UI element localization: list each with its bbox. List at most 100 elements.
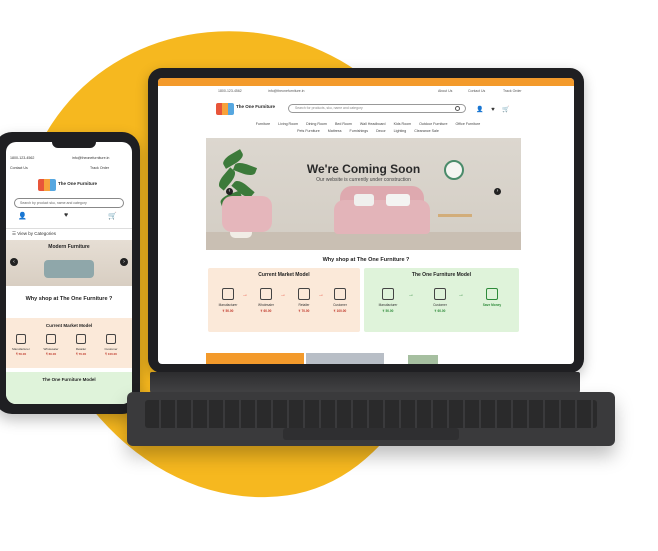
hero-title: Modern Furniture bbox=[48, 244, 90, 250]
phone-header-icons: 👤 ♥ 🛒 bbox=[12, 212, 128, 224]
box-icon bbox=[298, 288, 310, 300]
track-order-link[interactable]: Track Order bbox=[90, 166, 109, 170]
heart-icon[interactable]: ♥ bbox=[64, 212, 68, 219]
keyboard-keys bbox=[145, 400, 597, 428]
phone-number[interactable]: 1800-123-4562 bbox=[10, 156, 34, 160]
promo-block bbox=[408, 355, 438, 364]
logo-cubes-icon bbox=[38, 179, 56, 191]
track-order-link[interactable]: Track Order bbox=[503, 89, 522, 93]
phone-device: 1800-123-4562 info@theonefurniture.in Co… bbox=[0, 132, 140, 414]
next-arrow-icon[interactable]: › bbox=[120, 258, 128, 266]
nav-item-outdoor-furniture[interactable]: Outdoor Furniture bbox=[419, 122, 447, 126]
why-shop-heading: Why shop at The One Furniture ? bbox=[322, 257, 410, 263]
logo-text: The One Furniture bbox=[58, 181, 98, 186]
contact-link[interactable]: Contact Us bbox=[10, 166, 28, 170]
step-manufacturer: Manufacturer ₹ 50.00 bbox=[216, 288, 240, 313]
card-title: The One Furniture Model bbox=[411, 272, 472, 278]
card-title: Current Market Model bbox=[45, 323, 93, 328]
hero-subtitle: Our website is currently under construct… bbox=[316, 177, 411, 183]
phone-number[interactable]: 1800-123-4562 bbox=[218, 89, 242, 93]
current-market-model-card: Current Market Model Manufacturer ₹ 50.00… bbox=[208, 268, 360, 332]
search-placeholder: Search for products, sku, name and categ… bbox=[295, 106, 363, 110]
one-furniture-model-card: The One Furniture Model bbox=[6, 372, 132, 404]
promo-block bbox=[206, 353, 304, 364]
main-navigation: Furniture Living Room Dining Room Bed Room W… bbox=[218, 121, 518, 135]
money-icon bbox=[486, 288, 498, 300]
next-arrow-icon[interactable]: › bbox=[494, 188, 501, 195]
card-title: Current Market Model bbox=[258, 272, 310, 278]
step-manufacturer: Manufacturer ₹ 50.00 bbox=[376, 288, 400, 313]
trackpad bbox=[283, 428, 459, 440]
step-manufacturer: Manufacturer ₹ 50.00 bbox=[10, 334, 32, 356]
armchair-image bbox=[222, 196, 272, 232]
nav-item-decor[interactable]: Decor bbox=[376, 129, 386, 133]
phone-screen: 1800-123-4562 info@theonefurniture.in Co… bbox=[6, 142, 132, 404]
sofa-image bbox=[44, 260, 94, 278]
card-title: The One Furniture Model bbox=[42, 377, 96, 382]
nav-item-living-room[interactable]: Living Room bbox=[278, 122, 298, 126]
search-icon[interactable] bbox=[455, 106, 460, 111]
email-link[interactable]: info@theonefurniture.in bbox=[268, 89, 304, 93]
search-input[interactable]: Search for products, sku, name and categ… bbox=[288, 104, 466, 113]
arrow-right-icon: → bbox=[242, 292, 248, 298]
nav-item-bed-room[interactable]: Bed Room bbox=[335, 122, 352, 126]
step-wholesaler: Wholesaler ₹ 60.00 bbox=[254, 288, 278, 313]
current-market-model-card: Current Market Model Manufacturer ₹ 50.00… bbox=[6, 318, 132, 368]
nav-item-wall-headboard[interactable]: Wall Headboard bbox=[360, 122, 386, 126]
factory-icon bbox=[16, 334, 26, 344]
logo-cubes-icon bbox=[216, 103, 234, 115]
nav-item-office-furniture[interactable]: Office Furniture bbox=[456, 122, 481, 126]
phone-notch bbox=[52, 140, 96, 148]
hero-title: We're Coming Soon bbox=[306, 162, 421, 176]
header-icons[interactable]: 👤 ♥ 🛒 bbox=[476, 106, 513, 113]
factory-icon bbox=[222, 288, 234, 300]
contact-bar: 1800-123-4562 info@theonefurniture.in Ab… bbox=[158, 86, 574, 96]
nav-item-mattress[interactable]: Mattress bbox=[328, 129, 342, 133]
nav-item-dining-room[interactable]: Dining Room bbox=[306, 122, 327, 126]
why-shop-heading: Why shop at The One Furniture ? bbox=[25, 296, 113, 302]
nav-item-furniture[interactable]: Furniture bbox=[256, 122, 270, 126]
step-customer: Customer ₹ 60.00 bbox=[428, 288, 452, 313]
nav-item-kids-room[interactable]: Kids Room bbox=[394, 122, 412, 126]
boxes-icon bbox=[46, 334, 56, 344]
promo-block bbox=[306, 353, 384, 364]
prev-arrow-icon[interactable]: ‹ bbox=[10, 258, 18, 266]
cart-icon[interactable]: 🛒 bbox=[108, 212, 117, 220]
nav-item-lighting[interactable]: Lighting bbox=[394, 129, 407, 133]
about-link[interactable]: About Us bbox=[438, 89, 452, 93]
step-wholesaler: Wholesaler ₹ 60.00 bbox=[40, 334, 62, 356]
arrow-right-icon: → bbox=[408, 292, 414, 298]
boxes-icon bbox=[260, 288, 272, 300]
nav-item-furnishings[interactable]: Furnishings bbox=[350, 129, 369, 133]
hero-banner: We're Coming Soon Our website is current… bbox=[206, 138, 521, 250]
arrow-right-icon: → bbox=[458, 292, 464, 298]
nav-item-clearance-sale[interactable]: Clearance Sale bbox=[414, 129, 439, 133]
one-furniture-model-card: The One Furniture Model Manufacturer ₹ 50… bbox=[364, 268, 519, 332]
step-retailer: Retailer ₹ 70.00 bbox=[292, 288, 316, 313]
step-retailer: Retailer ₹ 70.00 bbox=[70, 334, 92, 356]
customer-icon bbox=[106, 334, 116, 344]
hero-banner: Modern Furniture ‹ › bbox=[6, 240, 132, 286]
view-by-categories[interactable]: ☰ View by Categories bbox=[6, 228, 132, 238]
customer-icon bbox=[334, 288, 346, 300]
factory-icon bbox=[382, 288, 394, 300]
website-screen: 1800-123-4562 info@theonefurniture.in Ab… bbox=[158, 78, 574, 364]
box-icon bbox=[76, 334, 86, 344]
search-input[interactable]: Search by product sku, name and category bbox=[14, 198, 124, 208]
nav-item-pets-furniture[interactable]: Pets Furniture bbox=[297, 129, 320, 133]
user-icon[interactable]: 👤 bbox=[18, 212, 27, 220]
site-logo[interactable]: The One Furniture bbox=[38, 179, 98, 191]
step-save-money: Save Money bbox=[476, 288, 508, 307]
site-logo[interactable]: The One Furniture bbox=[216, 103, 275, 115]
contact-link[interactable]: Contact Us bbox=[468, 89, 485, 93]
arrow-right-icon: → bbox=[280, 292, 286, 298]
keyboard bbox=[127, 392, 615, 446]
side-table-image bbox=[438, 214, 472, 236]
laptop-display: 1800-123-4562 info@theonefurniture.in Ab… bbox=[148, 68, 584, 373]
pillow bbox=[354, 194, 374, 206]
step-customer: Customer ₹ 100.00 bbox=[100, 334, 122, 356]
sofa-image bbox=[334, 200, 430, 234]
prev-arrow-icon[interactable]: ‹ bbox=[226, 188, 233, 195]
email-link[interactable]: info@theonefurniture.in bbox=[72, 156, 109, 160]
bottom-product-strip bbox=[206, 353, 522, 364]
